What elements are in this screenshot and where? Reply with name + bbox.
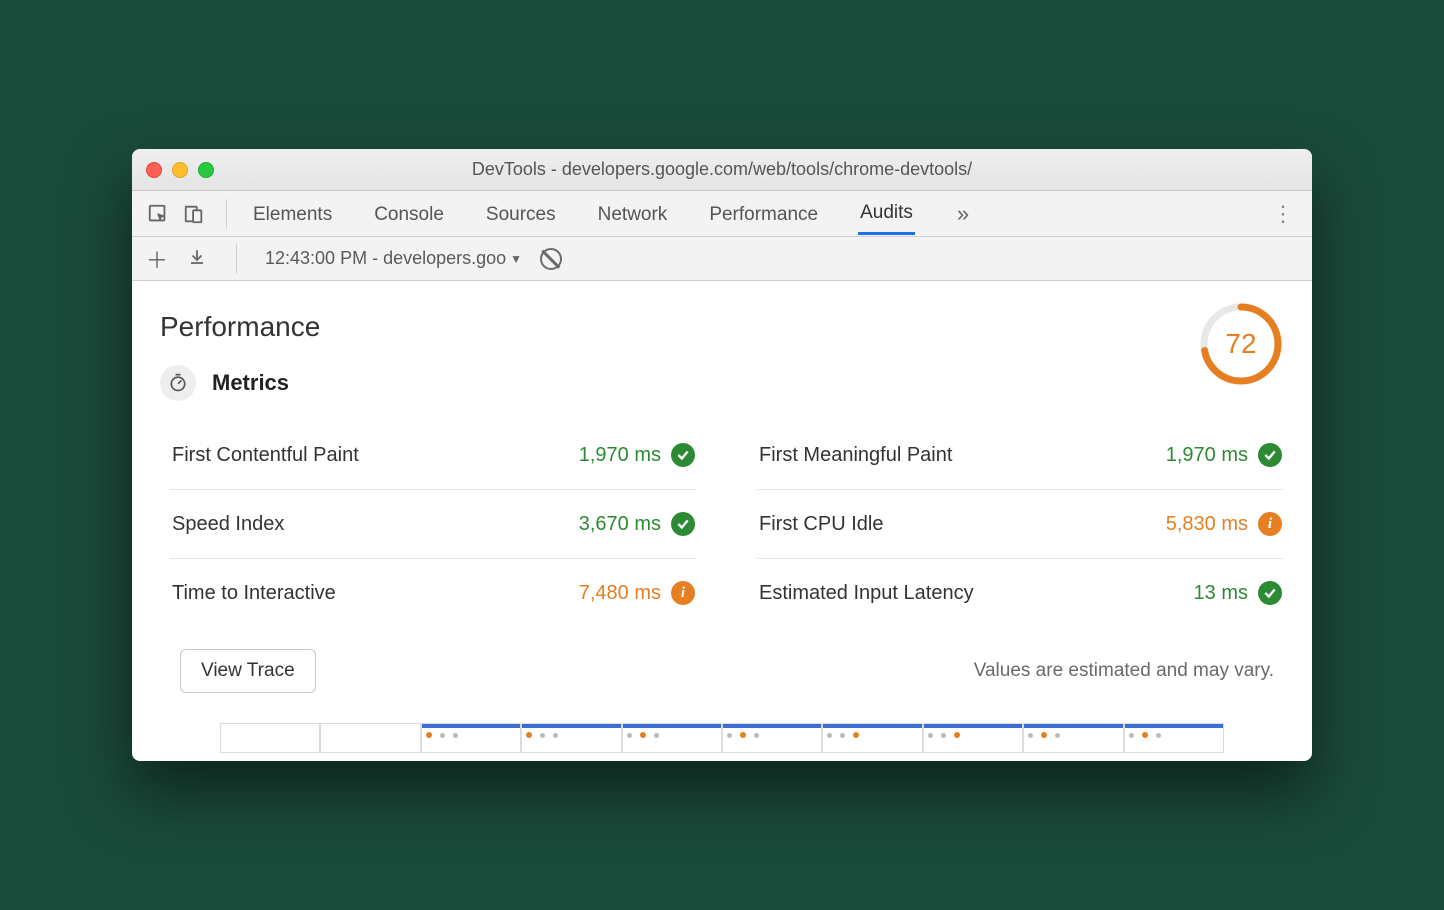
filmstrip-frame[interactable]: [622, 723, 722, 753]
info-circle-icon: i: [671, 581, 695, 605]
panel-tabs: Elements Console Sources Network Perform…: [251, 192, 1258, 235]
report-selector-label: 12:43:00 PM - developers.goo: [265, 248, 506, 269]
divider: [226, 199, 227, 229]
settings-menu-icon[interactable]: ⋮: [1266, 201, 1300, 227]
devtools-tabbar: Elements Console Sources Network Perform…: [132, 191, 1312, 237]
view-trace-button[interactable]: View Trace: [180, 649, 316, 693]
divider: [236, 244, 237, 274]
new-audit-icon[interactable]: ＋: [146, 243, 168, 275]
metric-row: Estimated Input Latency 13 ms: [757, 559, 1284, 627]
metric-row: Speed Index 3,670 ms: [170, 490, 697, 559]
more-tabs-icon[interactable]: »: [953, 201, 973, 227]
metrics-grid: First Contentful Paint 1,970 ms First Me…: [170, 421, 1284, 627]
filmstrip-frame[interactable]: [220, 723, 320, 753]
check-circle-icon: [1258, 443, 1282, 467]
filmstrip-frame[interactable]: [320, 723, 420, 753]
metric-label: First CPU Idle: [759, 513, 883, 536]
metric-label: First Meaningful Paint: [759, 444, 952, 467]
category-heading: Performance: [160, 311, 1284, 343]
close-icon[interactable]: [146, 162, 162, 178]
filmstrip-frame[interactable]: [822, 723, 922, 753]
metrics-footnote: Values are estimated and may vary.: [974, 660, 1274, 682]
metric-label: First Contentful Paint: [172, 444, 359, 467]
tab-console[interactable]: Console: [372, 194, 446, 234]
traffic-lights: [146, 162, 214, 178]
tab-elements[interactable]: Elements: [251, 194, 334, 234]
audit-report: 72 Performance Metrics First Contentful …: [132, 281, 1312, 761]
devtools-window: DevTools - developers.google.com/web/too…: [132, 149, 1312, 761]
metric-value: 5,830 ms: [1166, 513, 1248, 536]
clear-all-icon[interactable]: [540, 248, 562, 270]
performance-score-value: 72: [1198, 301, 1284, 387]
tab-network[interactable]: Network: [596, 194, 670, 234]
metrics-footer: View Trace Values are estimated and may …: [180, 649, 1274, 693]
tab-audits[interactable]: Audits: [858, 192, 915, 235]
metric-label: Speed Index: [172, 513, 284, 536]
metric-value: 13 ms: [1194, 582, 1248, 605]
stopwatch-icon: [160, 365, 196, 401]
check-circle-icon: [671, 443, 695, 467]
inspect-element-icon[interactable]: [144, 200, 172, 228]
tab-sources[interactable]: Sources: [484, 194, 558, 234]
metric-row: First CPU Idle 5,830 ms i: [757, 490, 1284, 559]
metric-row: First Contentful Paint 1,970 ms: [170, 421, 697, 490]
metric-value: 1,970 ms: [579, 444, 661, 467]
download-report-icon[interactable]: [186, 246, 208, 272]
maximize-icon[interactable]: [198, 162, 214, 178]
filmstrip-frame[interactable]: [1124, 723, 1224, 753]
filmstrip-frame[interactable]: [1023, 723, 1123, 753]
metric-row: First Meaningful Paint 1,970 ms: [757, 421, 1284, 490]
tab-performance[interactable]: Performance: [707, 194, 820, 234]
metrics-section-title: Metrics: [212, 370, 289, 396]
metric-label: Estimated Input Latency: [759, 582, 974, 605]
window-title: DevTools - developers.google.com/web/too…: [132, 159, 1312, 180]
minimize-icon[interactable]: [172, 162, 188, 178]
performance-score-gauge: 72: [1198, 301, 1284, 387]
toggle-device-toolbar-icon[interactable]: [180, 200, 208, 228]
check-circle-icon: [1258, 581, 1282, 605]
metric-label: Time to Interactive: [172, 582, 336, 605]
metric-row: Time to Interactive 7,480 ms i: [170, 559, 697, 627]
report-selector-dropdown[interactable]: 12:43:00 PM - developers.goo ▼: [265, 248, 522, 269]
chevron-down-icon: ▼: [510, 252, 522, 266]
filmstrip-frame[interactable]: [923, 723, 1023, 753]
metrics-section-header: Metrics: [160, 365, 1284, 401]
audits-toolbar: ＋ 12:43:00 PM - developers.goo ▼: [132, 237, 1312, 281]
metric-value: 7,480 ms: [579, 582, 661, 605]
filmstrip-frame[interactable]: [421, 723, 521, 753]
window-titlebar: DevTools - developers.google.com/web/too…: [132, 149, 1312, 191]
filmstrip-frame[interactable]: [521, 723, 621, 753]
check-circle-icon: [671, 512, 695, 536]
metric-value: 1,970 ms: [1166, 444, 1248, 467]
info-circle-icon: i: [1258, 512, 1282, 536]
metric-value: 3,670 ms: [579, 513, 661, 536]
filmstrip-frame[interactable]: [722, 723, 822, 753]
screenshot-filmstrip: [160, 723, 1284, 753]
